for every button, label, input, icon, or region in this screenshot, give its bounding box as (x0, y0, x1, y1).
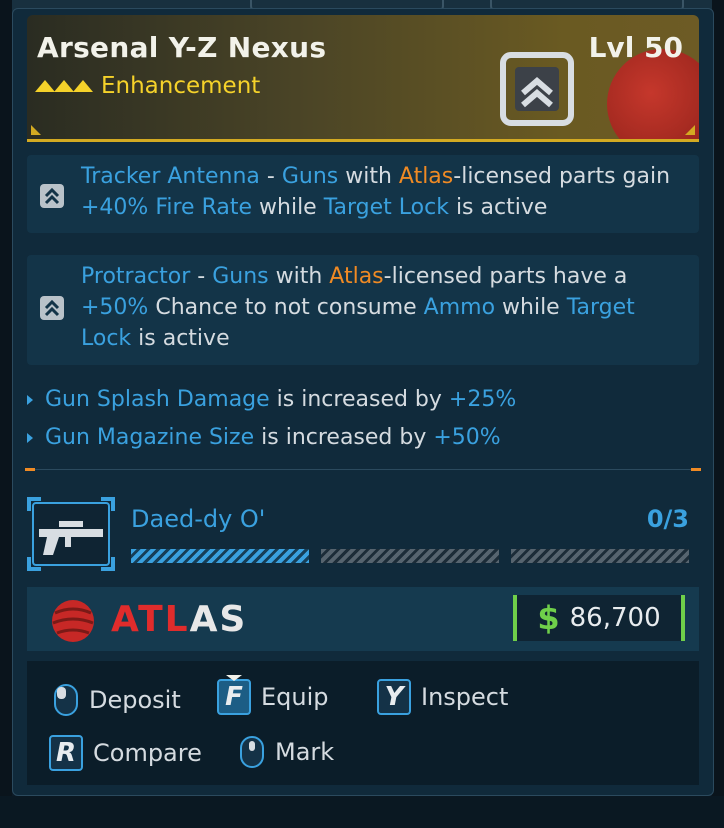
text: with (338, 164, 399, 189)
currency-icon: $ (537, 599, 560, 637)
stat-line: Gun Splash Damage is increased by +25% (27, 387, 516, 412)
text: is increased by (269, 387, 449, 412)
text: while (495, 295, 567, 320)
perk-rank-icon (40, 296, 64, 320)
inspect-action[interactable]: Y Inspect (377, 679, 508, 715)
slot-bar (511, 549, 689, 563)
text: -licensed parts have a (383, 264, 628, 289)
divider-tick (691, 468, 701, 471)
keyword: +40% Fire Rate (81, 195, 253, 220)
price-amount: 86,700 (569, 603, 661, 633)
item-type: Enhancement (101, 73, 261, 99)
item-price: $ 86,700 (513, 595, 685, 641)
perk-box-protractor: Protractor - Guns with Atlas-licensed pa… (27, 255, 699, 365)
bullet-arrow-icon (27, 394, 33, 405)
text: is active (131, 326, 230, 351)
item-tooltip-panel: Arsenal Y-Z Nexus Lvl 50 Enhancement Tra… (12, 8, 714, 796)
action-prompts: Deposit F Equip Y Inspect R Compare Mark (27, 661, 699, 785)
key-f-icon: F (217, 675, 251, 715)
item-name: Arsenal Y-Z Nexus (37, 31, 327, 64)
key-y-icon: Y (377, 679, 411, 715)
rarity-chevrons-icon (35, 80, 93, 92)
bullet-arrow-icon (27, 432, 33, 443)
gun-attachment-icon (27, 497, 115, 571)
enhancement-type-icon (500, 52, 574, 126)
keyword: Guns (281, 164, 339, 189)
compare-label: Compare (93, 739, 202, 767)
keyword: Guns (212, 264, 269, 289)
text: is active (448, 195, 548, 220)
mark-label: Mark (275, 738, 335, 766)
equip-label: Equip (261, 683, 329, 711)
inspect-label: Inspect (421, 683, 509, 711)
stat-name: Gun Splash Damage (45, 387, 270, 412)
slot-bar (131, 549, 309, 563)
text: with (268, 264, 330, 289)
deposit-action[interactable]: Deposit (53, 683, 181, 717)
mouse-middle-click-icon (240, 736, 264, 768)
attachment-slot-count: 0/3 (646, 505, 689, 533)
stat-value: +50% (433, 425, 501, 450)
text: - (259, 164, 282, 189)
text: - (190, 264, 213, 289)
mark-action[interactable]: Mark (239, 735, 334, 769)
text: is increased by (254, 425, 434, 450)
manufacturer-name-part: ATL (111, 599, 190, 640)
perk-rank-icon (40, 184, 64, 208)
frame-left (0, 0, 12, 828)
stat-name: Gun Magazine Size (45, 425, 255, 450)
item-type-row: Enhancement (35, 73, 260, 99)
perk-name: Tracker Antenna (81, 164, 260, 189)
key-r-icon: R (49, 735, 83, 771)
stat-value: +25% (448, 387, 517, 412)
atlas-logo-icon (52, 600, 94, 642)
item-level: Lvl 50 (588, 31, 683, 64)
section-divider (25, 468, 701, 471)
background-bottom (0, 796, 724, 828)
perk-description: Tracker Antenna - Guns with Atlas-licens… (81, 161, 685, 223)
corner-marker (685, 125, 695, 135)
text: Chance to not consume (148, 295, 424, 320)
text: while (252, 195, 324, 220)
manufacturer-keyword: Atlas (329, 264, 384, 289)
keyword: Ammo (423, 295, 496, 320)
keyword: Target Lock (323, 195, 449, 220)
item-header: Arsenal Y-Z Nexus Lvl 50 Enhancement (27, 15, 699, 142)
equip-action[interactable]: F Equip (217, 675, 329, 715)
attachment-name: Daed-dy O' (131, 505, 266, 533)
text: -licensed parts gain (453, 164, 671, 189)
manufacturer-row: ATLAS $ 86,700 (27, 587, 699, 651)
perk-box-tracker-antenna: Tracker Antenna - Guns with Atlas-licens… (27, 155, 699, 233)
manufacturer-name-part: AS (189, 599, 248, 640)
slot-bar (321, 549, 499, 563)
mouse-left-click-icon (54, 684, 78, 716)
divider-tick (25, 468, 35, 471)
stat-line: Gun Magazine Size is increased by +50% (27, 425, 501, 450)
deposit-label: Deposit (89, 686, 181, 714)
manufacturer-keyword: Atlas (398, 164, 454, 189)
perk-description: Protractor - Guns with Atlas-licensed pa… (81, 261, 685, 354)
corner-marker (31, 125, 41, 135)
keyword: +50% (81, 295, 149, 320)
compare-action[interactable]: R Compare (49, 735, 202, 771)
perk-name: Protractor (81, 264, 191, 289)
manufacturer-name: ATLAS (111, 599, 247, 640)
